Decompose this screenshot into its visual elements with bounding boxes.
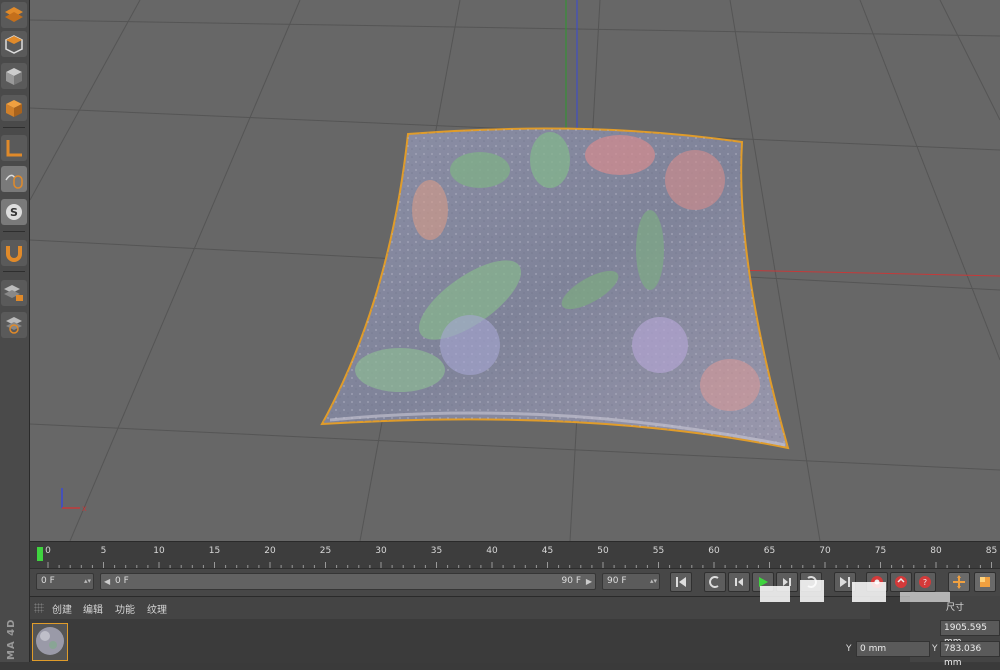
menu-texture[interactable]: 纹理 — [147, 601, 167, 616]
svg-text:?: ? — [923, 578, 927, 587]
range-right-arrow[interactable]: ▶ — [586, 574, 592, 589]
material-sphere-icon — [36, 627, 64, 655]
record-key-icon[interactable] — [866, 572, 888, 592]
timeline-tick-label: 55 — [652, 546, 665, 556]
menu-edit[interactable]: 编辑 — [83, 601, 103, 616]
timeline-tick-label: 50 — [597, 546, 609, 556]
timeline-tick-label: 15 — [208, 546, 221, 556]
menu-function[interactable]: 功能 — [115, 601, 135, 616]
timeline-ruler[interactable]: 0 5 10 15 20 25 30 35 40 45 50 55 60 65 70 75 80 85 — [30, 541, 1000, 568]
range-start-label: 0 F — [115, 576, 129, 586]
size-y-label: Y — [932, 644, 938, 654]
timeline-tick-label: 25 — [319, 546, 332, 556]
grid-refresh-icon[interactable] — [1, 312, 27, 338]
move-arrows-icon[interactable] — [948, 572, 970, 592]
timeline-tick-label: 30 — [375, 546, 387, 556]
axis-x-line — [729, 269, 1000, 277]
timeline-tick-label: 10 — [153, 546, 165, 556]
timeline-tick-label: 60 — [708, 546, 720, 556]
scale-box-icon[interactable] — [974, 572, 996, 592]
mouse-icon[interactable] — [1, 166, 27, 192]
goto-end-button[interactable] — [834, 572, 856, 592]
timeline-tick-label: 40 — [486, 546, 498, 556]
range-left-arrow[interactable]: ◀ — [104, 574, 110, 589]
left-toolbar: S MA 4D — [0, 0, 30, 662]
checker-grid-icon[interactable] — [1, 2, 27, 28]
end-frame-field[interactable]: 90 F ▴▾ — [602, 573, 660, 590]
play-button[interactable] — [752, 572, 774, 592]
cube-gray-icon[interactable] — [1, 63, 27, 89]
magnet-icon[interactable] — [1, 240, 27, 266]
prev-key-button[interactable] — [704, 572, 726, 592]
timeline-tick-label: 0 — [45, 546, 51, 556]
coordinates-panel: 尺寸 1905.595 mm Y 0 mm Y 783.036 mm — [846, 596, 1000, 668]
auto-key-icon[interactable] — [890, 572, 912, 592]
timeline-tick-label: 5 — [100, 546, 107, 556]
size-x-field[interactable]: 1905.595 mm — [940, 620, 1000, 647]
pos-y-label: Y — [846, 644, 852, 654]
timeline-tick-label: 20 — [264, 546, 276, 556]
panel-grip-icon[interactable] — [34, 603, 44, 613]
range-end-label: 90 F — [561, 576, 582, 586]
timeline-tick-label: 35 — [430, 546, 443, 556]
timeline-tick-label: 45 — [541, 546, 554, 556]
timeline-tick-label: 80 — [930, 546, 942, 556]
viewport-scene: x — [30, 0, 1000, 541]
material-manager: 创建 编辑 功能 纹理 — [30, 596, 1000, 663]
size-y-field[interactable]: 783.036 mm — [940, 641, 1000, 668]
timeline-tick-label: 75 — [874, 546, 887, 556]
timeline-tick-label: 65 — [763, 546, 776, 556]
cube-outline-icon[interactable] — [1, 31, 27, 57]
timeline-playhead[interactable] — [37, 547, 43, 561]
current-frame-field[interactable]: 0 F ▴▾ — [36, 573, 94, 590]
pos-y-field[interactable]: 0 mm — [856, 641, 930, 657]
next-key-button[interactable] — [800, 572, 822, 592]
cube-orange-icon[interactable] — [1, 95, 27, 121]
brand-text: MA 4D — [6, 618, 17, 660]
menu-create[interactable]: 创建 — [52, 601, 72, 616]
transport-bar: 0 F ▴▾ ◀ 0 F 90 F ▶ 90 F ▴▾ ? — [30, 568, 1000, 596]
prev-frame-button[interactable] — [728, 572, 750, 592]
next-frame-button[interactable] — [776, 572, 798, 592]
frame-range-slider[interactable]: ◀ 0 F 90 F ▶ — [100, 573, 596, 590]
material-menubar: 创建 编辑 功能 纹理 — [30, 597, 870, 619]
s-circle-icon[interactable]: S — [1, 199, 27, 225]
grid-lock-icon[interactable] — [1, 280, 27, 306]
svg-text:S: S — [10, 206, 18, 219]
3d-viewport[interactable]: x — [30, 0, 1000, 541]
timeline-tick-label: 70 — [819, 546, 831, 556]
keyframe-help-icon[interactable]: ? — [914, 572, 936, 592]
goto-start-button[interactable] — [670, 572, 692, 592]
svg-text:x: x — [82, 504, 87, 513]
axis-gizmo: x — [61, 488, 87, 513]
timeline-tick-label: 85 — [985, 546, 998, 556]
l-shape-icon[interactable] — [1, 135, 27, 161]
material-thumbnail[interactable] — [32, 623, 68, 661]
size-header: 尺寸 — [946, 603, 965, 613]
pillow-object[interactable] — [320, 127, 790, 450]
